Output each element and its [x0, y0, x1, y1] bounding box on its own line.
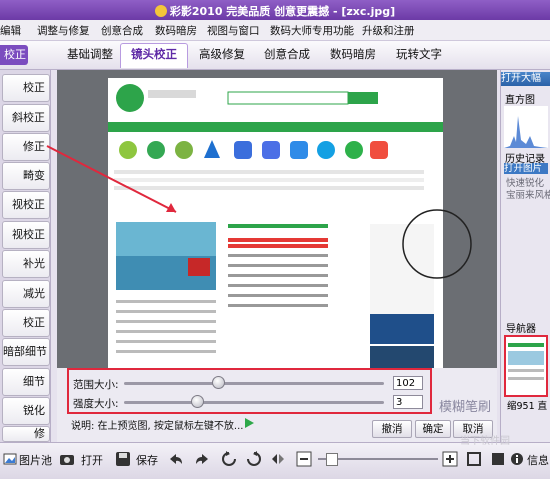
history-item-2[interactable]: 宝丽来风格 — [506, 187, 550, 201]
gallery-button[interactable]: 图片池 — [19, 452, 52, 468]
flip-icon[interactable] — [270, 451, 286, 467]
right-panel: 打开大幅 直方图 历史记录 打开图片 快速锐化 宝丽来风格 导航器 缩951 直 — [500, 70, 550, 442]
tool-name: 模糊笔刷 — [439, 400, 492, 415]
range-slider-track[interactable] — [124, 382, 384, 385]
open-large-button[interactable]: 打开大幅 — [501, 72, 550, 86]
undo-button[interactable]: 撤消 — [372, 420, 412, 438]
rotate-right-icon[interactable] — [246, 451, 262, 467]
histogram-chart — [504, 106, 548, 148]
gallery-icon[interactable] — [3, 452, 17, 466]
strength-value-field[interactable]: 3 — [393, 395, 423, 409]
info-icon[interactable] — [510, 452, 524, 466]
navigator-title: 导航器 — [506, 324, 536, 335]
hint-text: 说明: 在上预览图, 按定鼠标左键不放... — [71, 421, 244, 432]
zoom-slider-thumb[interactable] — [326, 453, 338, 466]
slider-highlight-box — [67, 368, 432, 414]
range-label: 范围大小: — [73, 379, 119, 391]
histogram-title: 直方图 — [505, 95, 535, 106]
navigator-preview[interactable] — [504, 335, 548, 397]
undo-arrow-icon[interactable] — [167, 451, 185, 467]
strength-slider-thumb[interactable] — [190, 395, 204, 408]
play-icon[interactable] — [243, 417, 255, 429]
range-slider-thumb[interactable] — [211, 376, 225, 389]
open-button[interactable]: 打开 — [81, 452, 103, 468]
red-arrow-line — [46, 145, 177, 213]
brush-cursor-icon — [402, 209, 472, 279]
zoom-readout: 缩951 直 — [507, 401, 548, 412]
rotate-left-icon[interactable] — [221, 451, 237, 467]
strength-slider-track[interactable] — [124, 401, 384, 404]
zoom-out-icon[interactable] — [296, 451, 312, 467]
history-item-0[interactable]: 打开图片 — [504, 163, 548, 174]
actual-size-icon[interactable] — [466, 451, 482, 467]
zoom-in-icon[interactable] — [442, 451, 458, 467]
bottom-toolbar: 图片池 打开 保存 信息 — [0, 442, 550, 479]
strength-label: 强度大小: — [73, 398, 119, 410]
redo-arrow-icon[interactable] — [193, 451, 211, 467]
info-button[interactable]: 信息 — [527, 452, 549, 468]
camera-icon[interactable] — [59, 451, 75, 467]
save-icon[interactable] — [115, 451, 131, 467]
fit-window-icon[interactable] — [490, 451, 506, 467]
save-button[interactable]: 保存 — [136, 452, 158, 468]
range-value-field[interactable]: 102 — [393, 376, 423, 390]
watermark: 当下软件园 — [460, 436, 510, 447]
ok-button[interactable]: 确定 — [415, 420, 451, 438]
